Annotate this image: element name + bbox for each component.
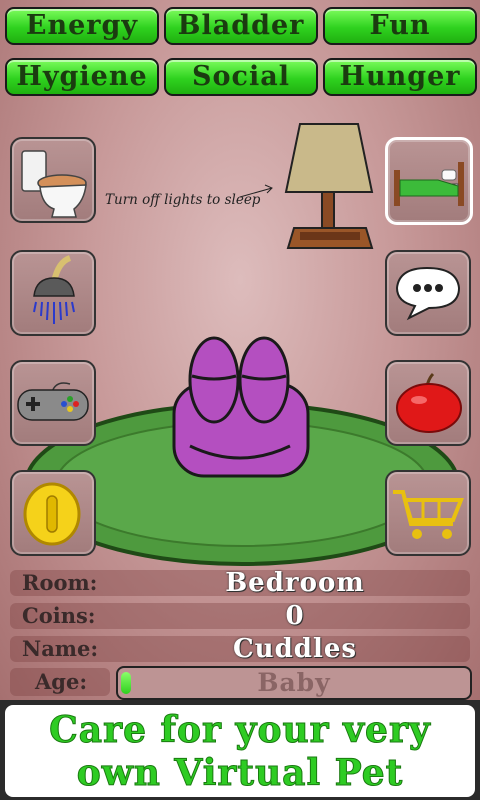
gamepad-icon bbox=[17, 382, 89, 421]
speech-bubble-icon bbox=[395, 266, 461, 321]
room-value: Bedroom bbox=[225, 568, 365, 598]
name-row: Name: Cuddles bbox=[10, 634, 470, 664]
hygiene-stat-button[interactable]: Hygiene bbox=[5, 58, 159, 96]
shower-button[interactable] bbox=[10, 250, 96, 336]
age-progress-bar: Baby bbox=[116, 666, 472, 700]
bed-button[interactable] bbox=[385, 137, 473, 225]
age-label: Age: bbox=[35, 669, 88, 694]
social-stat-button[interactable]: Social bbox=[164, 58, 318, 96]
coins-button[interactable] bbox=[10, 470, 96, 556]
lamp-icon[interactable] bbox=[280, 120, 380, 252]
age-row: Age: bbox=[10, 668, 110, 696]
promo-banner: Care for your very own Virtual Pet bbox=[0, 700, 480, 800]
hint-arrow-icon bbox=[239, 184, 273, 198]
coins-row: Coins: 0 bbox=[10, 601, 470, 631]
banner-line-2: own Virtual Pet bbox=[76, 752, 404, 795]
games-button[interactable] bbox=[10, 360, 96, 446]
banner-line-1: Care for your very bbox=[49, 709, 431, 752]
bed-icon bbox=[394, 162, 464, 206]
shopping-cart-icon bbox=[393, 490, 464, 539]
name-value: Cuddles bbox=[232, 634, 357, 664]
coin-icon bbox=[23, 482, 81, 546]
shower-icon bbox=[33, 255, 75, 324]
age-value: Baby bbox=[257, 668, 331, 697]
name-label: Name: bbox=[22, 636, 99, 661]
room-label: Room: bbox=[22, 570, 98, 595]
toilet-button[interactable] bbox=[10, 137, 96, 223]
coins-label: Coins: bbox=[22, 603, 96, 628]
room-row: Room: Bedroom bbox=[10, 568, 470, 598]
hunger-stat-button[interactable]: Hunger bbox=[323, 58, 477, 96]
fun-stat-button[interactable]: Fun bbox=[323, 7, 477, 45]
shop-button[interactable] bbox=[385, 470, 471, 556]
food-button[interactable] bbox=[385, 360, 471, 446]
pet-character[interactable] bbox=[170, 334, 312, 480]
energy-stat-button[interactable]: Energy bbox=[5, 7, 159, 45]
promo-banner-panel: Care for your very own Virtual Pet bbox=[5, 705, 475, 797]
chat-button[interactable] bbox=[385, 250, 471, 336]
coins-value: 0 bbox=[285, 601, 305, 631]
bladder-stat-button[interactable]: Bladder bbox=[164, 7, 318, 45]
apple-icon bbox=[396, 372, 462, 433]
toilet-icon bbox=[21, 150, 87, 218]
